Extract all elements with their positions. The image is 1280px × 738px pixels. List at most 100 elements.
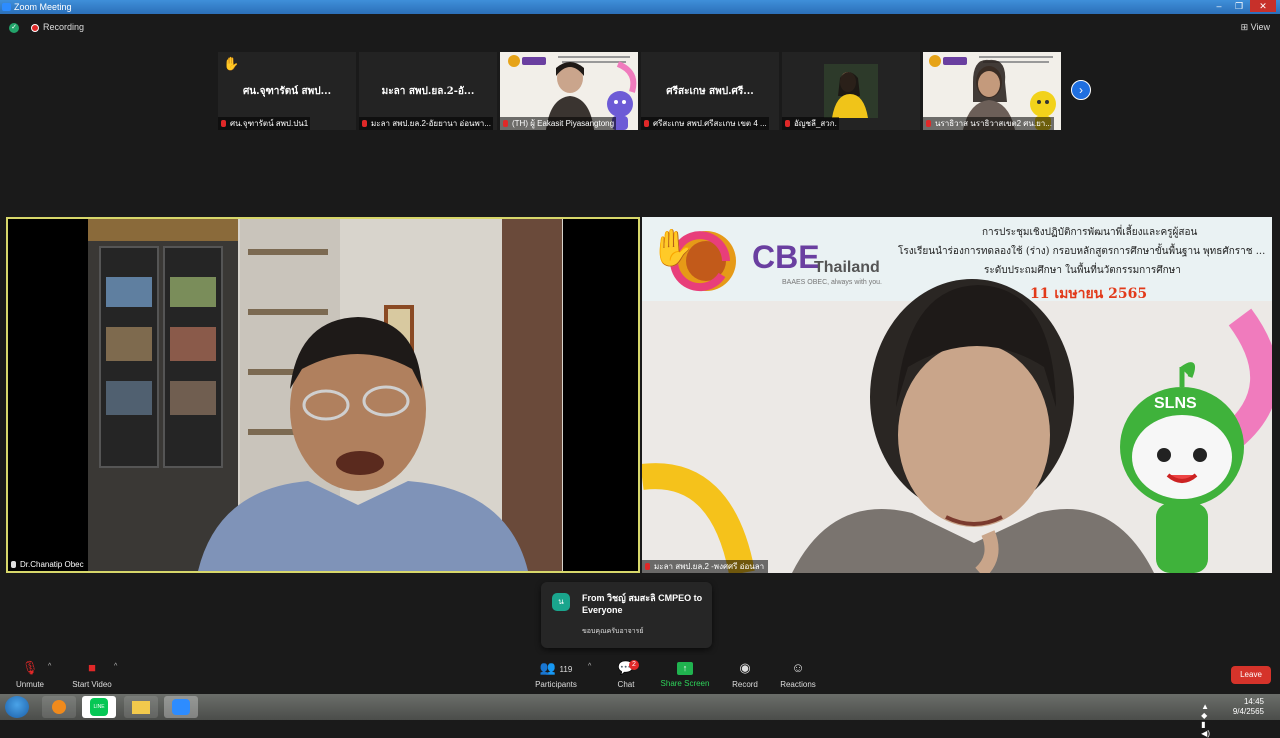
raised-hand-icon: ✋ xyxy=(223,56,240,71)
slide-title-line-1: การประชุมเชิงปฏิบัติการพัฒนาพี่เลี้ยงและ… xyxy=(982,227,1198,238)
active-speaker-tile[interactable]: Dr.Chanatip Obec xyxy=(6,217,640,573)
muted-mic-icon xyxy=(221,120,226,127)
mic-icon xyxy=(11,561,16,568)
taskbar-clock[interactable]: 14:45 9/4/2565 xyxy=(1233,697,1264,717)
unmute-button[interactable]: 🎙 Unmute xyxy=(12,659,48,689)
speaker-tile[interactable]: ✋ CBE Thailand BAAES OBEC, always with y… xyxy=(642,217,1272,573)
record-label: Record xyxy=(732,680,758,689)
speaker-name-tag: Dr.Chanatip Obec xyxy=(8,558,88,571)
video-off-icon: ■ xyxy=(88,660,96,675)
reactions-button[interactable]: ☺ Reactions xyxy=(778,659,818,689)
share-screen-icon: ↑ xyxy=(677,662,693,675)
participants-button[interactable]: 👥 119 Participants xyxy=(534,659,578,689)
record-button[interactable]: ◉ Record xyxy=(730,659,760,689)
slide-date: 11 เมษายน 2565 xyxy=(1030,286,1148,302)
recording-label[interactable]: Recording xyxy=(43,22,84,32)
thumbnail-caption-text: ศน.จุฑารัตน์ สพป.ปน1 xyxy=(230,119,309,128)
speaker-name: Dr.Chanatip Obec xyxy=(20,560,84,569)
thumbnail-caption-text: นราธิวาส นราธิวาสเขต2 ศน.ยา... xyxy=(935,119,1052,128)
participants-label: Participants xyxy=(535,680,577,689)
muted-mic-icon xyxy=(645,563,650,570)
recording-dot-icon xyxy=(31,24,39,32)
speaker-video-graphic xyxy=(8,219,638,571)
meeting-controls-toolbar: 🎙 Unmute ^ ■ Start Video ^ 👥 119 Partici… xyxy=(0,655,1280,693)
chat-notification-message: ขอบคุณครับอาจารย์ xyxy=(582,628,644,635)
chat-notification-from: From วิชญ์ สมสะลิ CMPEO to Everyone xyxy=(582,593,703,615)
tray-icons[interactable]: ▲ ◆ ▮ ◀) xyxy=(1201,702,1210,738)
participant-thumbnail[interactable]: (TH) ผู้ Eakasit Piyasangtong xyxy=(500,52,638,130)
speaker-name-tag: มะลา สพป.ยล.2 -พงศศรี อ่อนลา xyxy=(642,560,769,573)
view-button[interactable]: ⊞ View xyxy=(1241,22,1270,33)
maximize-button[interactable]: ❐ xyxy=(1230,0,1248,12)
share-screen-label: Share Screen xyxy=(660,679,710,688)
chat-sender-icon: น xyxy=(552,593,570,611)
speaker-name: มะลา สพป.ยล.2 -พงศศรี อ่อนลา xyxy=(654,562,765,571)
mascot-label: SLNS xyxy=(1154,395,1197,412)
cbe-brand-tagline: BAAES OBEC, always with you. xyxy=(782,279,882,286)
muted-mic-icon xyxy=(926,120,931,127)
thumbnail-display-name: มะลา สพป.ยล.2-อั... xyxy=(381,86,475,97)
participant-thumbnail[interactable]: ✋ ศน.จุฑารัตน์ สพป... ศน.จุฑารัตน์ สพป.ป… xyxy=(218,52,356,130)
reactions-label: Reactions xyxy=(780,680,816,689)
participants-chevron-icon[interactable]: ^ xyxy=(588,663,591,670)
slide-title-line-2: โรงเรียนนำร่องการทดลองใช้ (ร่าง) กรอบหลั… xyxy=(898,246,1266,257)
participant-thumbnail[interactable]: มะลา สพป.ยล.2-อั... มะลา สพป.ยล.2-อัยยาน… xyxy=(359,52,497,130)
raised-hand-icon: ✋ xyxy=(650,227,695,268)
cbe-brand-main: CBE xyxy=(752,239,820,275)
zoom-taskbar-icon[interactable] xyxy=(164,696,198,718)
clock-date: 9/4/2565 xyxy=(1232,707,1264,716)
chat-unread-badge: 2 xyxy=(629,660,639,670)
windows-start-icon[interactable] xyxy=(5,696,29,718)
thumbnail-caption: (TH) ผู้ Eakasit Piyasangtong xyxy=(500,117,617,130)
close-button[interactable]: ✕ xyxy=(1250,0,1276,12)
thumbnail-caption: ศรีสะเกษ สพป.ศรีสะเกษ เขต 4 ... xyxy=(641,117,769,130)
leave-button[interactable]: Leave xyxy=(1231,666,1271,684)
muted-mic-icon xyxy=(644,120,649,127)
thumbnail-display-name: ศน.จุฑารัตน์ สพป... xyxy=(242,86,332,97)
windows-taskbar: LINE ▲ ◆ ▮ ◀) 14:45 9/4/2565 xyxy=(0,694,1280,738)
muted-mic-icon xyxy=(362,120,367,127)
video-options-chevron-icon[interactable]: ^ xyxy=(114,663,117,670)
record-icon: ◉ xyxy=(739,660,751,675)
window-title: Zoom Meeting xyxy=(14,2,72,12)
participant-thumbnail[interactable]: นราธิวาส นราธิวาสเขต2 ศน.ยา... xyxy=(923,52,1061,130)
thumbnail-caption-text: ศรีสะเกษ สพป.ศรีสะเกษ เขต 4 ... xyxy=(653,119,767,128)
window-controls: – ❐ ✕ xyxy=(1210,0,1276,12)
slide-title-line-3: ระดับประถมศึกษา ในพื้นที่นวัตกรรมการศึกษ… xyxy=(984,265,1181,276)
muted-mic-icon xyxy=(785,120,790,127)
line-app-icon[interactable]: LINE xyxy=(82,696,116,718)
zoom-app-icon xyxy=(2,3,11,11)
audio-options-chevron-icon[interactable]: ^ xyxy=(48,663,51,670)
reactions-icon: ☺ xyxy=(791,660,805,675)
chat-notification[interactable]: น From วิชญ์ สมสะลิ CMPEO to Everyone ขอ… xyxy=(541,582,712,648)
media-player-icon[interactable] xyxy=(42,696,76,718)
chat-label: Chat xyxy=(617,680,635,689)
unmute-label: Unmute xyxy=(15,680,44,689)
participants-icon: 👥 119 xyxy=(539,660,573,675)
meeting-top-bar: ✓ Recording ⊞ View xyxy=(0,14,1280,42)
start-video-button[interactable]: ■ Start Video xyxy=(70,659,114,689)
clock-time: 14:45 xyxy=(1243,697,1264,706)
cbe-brand-sub: Thailand xyxy=(814,259,880,276)
muted-mic-icon: 🎙 xyxy=(21,660,39,675)
file-explorer-icon[interactable] xyxy=(124,696,158,718)
thumbnail-caption-text: อัญชลี_สวก. xyxy=(794,119,837,128)
next-page-arrow-icon[interactable]: › xyxy=(1071,80,1091,100)
thumbnail-caption-text: (TH) ผู้ Eakasit Piyasangtong xyxy=(512,119,615,128)
start-video-label: Start Video xyxy=(72,680,112,689)
thumbnail-caption: ศน.จุฑารัตน์ สพป.ปน1 xyxy=(218,117,311,130)
participant-thumbnail[interactable]: อัญชลี_สวก. xyxy=(782,52,920,130)
participant-thumbnail[interactable]: ศรีสะเกษ สพป.ศรี... ศรีสะเกษ สพป.ศรีสะเก… xyxy=(641,52,779,130)
window-title-bar: Zoom Meeting – ❐ ✕ xyxy=(0,0,1280,14)
thumbnail-caption: มะลา สพป.ยล.2-อัยยานา อ่อนพา... xyxy=(359,117,493,130)
minimize-button[interactable]: – xyxy=(1210,0,1228,12)
thumbnail-caption: อัญชลี_สวก. xyxy=(782,117,839,130)
muted-mic-icon xyxy=(503,120,508,127)
share-screen-button[interactable]: ↑ Share Screen xyxy=(660,659,710,688)
thumbnail-display-name: ศรีสะเกษ สพป.ศรี... xyxy=(666,86,754,97)
view-label: View xyxy=(1250,22,1270,32)
participants-count: 119 xyxy=(559,665,573,674)
thumbnail-caption: นราธิวาส นราธิวาสเขต2 ศน.ยา... xyxy=(923,117,1054,130)
security-shield-icon[interactable]: ✓ xyxy=(9,23,19,33)
thumbnail-caption-text: มะลา สพป.ยล.2-อัยยานา อ่อนพา... xyxy=(371,119,491,128)
